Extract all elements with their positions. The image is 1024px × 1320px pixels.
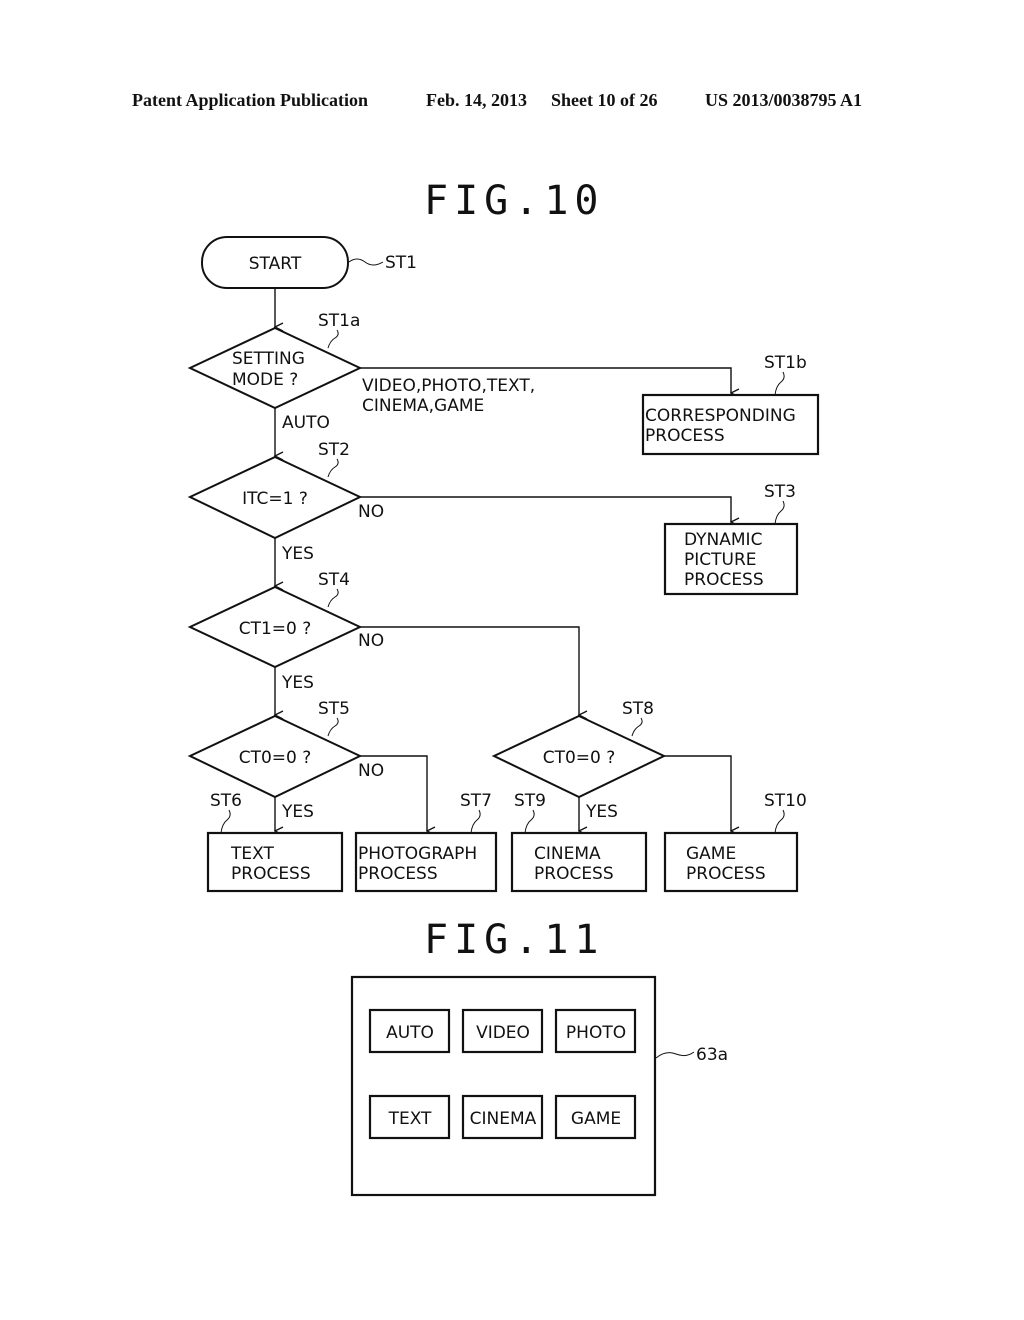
st6-leader bbox=[220, 809, 231, 834]
st3-line2: PICTURE bbox=[684, 550, 757, 570]
st10-process-box: GAME PROCESS bbox=[663, 831, 799, 893]
mode-button-video[interactable]: VIDEO bbox=[461, 1008, 544, 1054]
flow-arrow bbox=[360, 626, 579, 715]
st1b-line1: CORRESPONDING bbox=[645, 406, 796, 426]
st6-line2: PROCESS bbox=[231, 864, 311, 884]
mode-button-auto[interactable]: AUTO bbox=[368, 1008, 451, 1054]
st4-label: CT1=0 ? bbox=[239, 619, 312, 639]
st8-ref: ST8 bbox=[622, 699, 654, 719]
st1a-line2: MODE ? bbox=[232, 370, 298, 390]
st9-leader bbox=[524, 809, 535, 834]
st1b-ref: ST1b bbox=[764, 353, 807, 373]
mode-button-game[interactable]: GAME bbox=[554, 1094, 637, 1140]
st7-leader bbox=[470, 809, 481, 834]
st3-leader bbox=[774, 500, 785, 525]
st1a-ref: ST1a bbox=[318, 311, 360, 331]
st1b-leader bbox=[774, 371, 785, 396]
mode-button-auto-label: AUTO bbox=[386, 1023, 434, 1043]
st5-label: CT0=0 ? bbox=[239, 748, 312, 768]
st8-label: CT0=0 ? bbox=[543, 748, 616, 768]
st7-line2: PROCESS bbox=[358, 864, 438, 884]
st6-ref: ST6 bbox=[210, 791, 242, 811]
st9-process-box: CINEMA PROCESS bbox=[510, 831, 648, 893]
st8-yes: YES bbox=[585, 802, 618, 822]
mode-button-cinema-label: CINEMA bbox=[470, 1109, 537, 1129]
st6-process-box: TEXT PROCESS bbox=[206, 831, 344, 893]
st2-decision: ITC=1 ? bbox=[187, 455, 363, 540]
st1-ref: ST1 bbox=[385, 253, 417, 273]
st7-ref: ST7 bbox=[460, 791, 492, 811]
panel-63a-ref: 63a bbox=[696, 1045, 728, 1065]
mode-button-photo-label: PHOTO bbox=[566, 1023, 626, 1043]
st9-line2: PROCESS bbox=[534, 864, 614, 884]
st7-process-box: PHOTOGRAPH PROCESS bbox=[354, 831, 498, 893]
st3-process-box: DYNAMIC PICTURE PROCESS bbox=[663, 522, 799, 596]
figure-canvas: FIG.10 START ST1 SETTING MODE ? ST1a VID… bbox=[187, 178, 820, 1197]
mode-button-photo[interactable]: PHOTO bbox=[554, 1008, 637, 1054]
st1a-decision: SETTING MODE ? bbox=[187, 326, 363, 410]
st4-decision: CT1=0 ? bbox=[187, 585, 363, 669]
st1a-branch-other-1: VIDEO,PHOTO,TEXT, bbox=[362, 376, 535, 396]
st4-yes: YES bbox=[281, 673, 314, 693]
st10-leader bbox=[774, 809, 785, 834]
start-terminal: START bbox=[201, 236, 349, 289]
st5-ref: ST5 bbox=[318, 699, 350, 719]
st2-leader bbox=[327, 458, 339, 478]
st1a-branch-auto: AUTO bbox=[282, 413, 330, 433]
st10-line1: GAME bbox=[686, 844, 736, 864]
st9-line1: CINEMA bbox=[534, 844, 601, 864]
st10-line2: PROCESS bbox=[686, 864, 766, 884]
mode-button-cinema[interactable]: CINEMA bbox=[461, 1094, 544, 1140]
st9-ref: ST9 bbox=[514, 791, 546, 811]
st3-line3: PROCESS bbox=[684, 570, 764, 590]
st2-label: ITC=1 ? bbox=[242, 489, 308, 509]
st1a-leader bbox=[327, 329, 339, 349]
mode-button-video-label: VIDEO bbox=[476, 1023, 530, 1043]
st3-line1: DYNAMIC bbox=[684, 530, 762, 550]
st10-ref: ST10 bbox=[764, 791, 807, 811]
st4-no: NO bbox=[358, 631, 384, 651]
st2-no: NO bbox=[358, 502, 384, 522]
st8-decision: CT0=0 ? bbox=[491, 714, 667, 799]
st1b-line2: PROCESS bbox=[645, 426, 725, 446]
st3-ref: ST3 bbox=[764, 482, 796, 502]
start-label: START bbox=[249, 254, 302, 274]
st4-ref: ST4 bbox=[318, 570, 350, 590]
flow-arrow bbox=[664, 755, 731, 831]
flow-arrow bbox=[360, 496, 731, 522]
st5-no: NO bbox=[358, 761, 384, 781]
st2-yes: YES bbox=[281, 544, 314, 564]
mode-button-text-label: TEXT bbox=[388, 1109, 432, 1129]
st4-leader bbox=[327, 588, 339, 608]
st1b-process-box: CORRESPONDING PROCESS bbox=[641, 393, 820, 456]
st1-leader bbox=[348, 258, 384, 266]
st5-yes: YES bbox=[281, 802, 314, 822]
st2-ref: ST2 bbox=[318, 440, 350, 460]
st1a-branch-other-2: CINEMA,GAME bbox=[362, 396, 484, 416]
st1a-line1: SETTING bbox=[232, 349, 305, 369]
st6-line1: TEXT bbox=[230, 844, 274, 864]
panel-63a-leader bbox=[655, 1051, 695, 1059]
mode-button-text[interactable]: TEXT bbox=[368, 1094, 451, 1140]
fig10-title: FIG.10 bbox=[424, 178, 605, 224]
st5-decision: CT0=0 ? bbox=[187, 714, 363, 799]
fig11-title: FIG.11 bbox=[424, 917, 605, 963]
st5-leader bbox=[327, 717, 339, 737]
mode-button-game-label: GAME bbox=[571, 1109, 621, 1129]
st8-leader bbox=[631, 717, 643, 737]
st7-line1: PHOTOGRAPH bbox=[358, 844, 477, 864]
